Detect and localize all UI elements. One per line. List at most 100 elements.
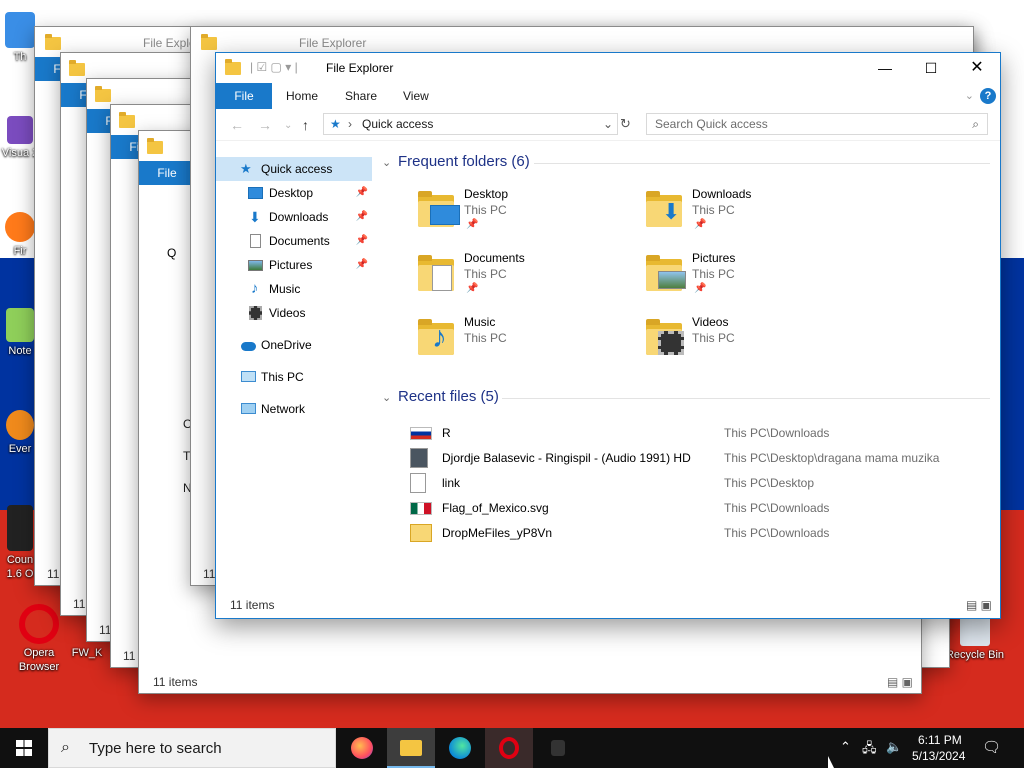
pin-icon[interactable]: 📌 [356,253,368,277]
film-icon [249,306,262,320]
pin-icon: 📌 [694,219,707,230]
recent-file-name: Flag_of_Mexico.svg [442,501,549,515]
folder-tile-documents[interactable]: Documents This PC 📌 [418,251,638,307]
start-button[interactable] [0,728,48,768]
quick-access-star-icon: ★ [330,117,341,131]
show-hidden-icons-chevron-icon[interactable]: ⌃ [840,739,851,755]
sidebar-item-network[interactable]: Network [216,397,372,421]
title-bar[interactable]: | ☑ ▢ ▾ | File Explorer — ☐ ✕ [216,53,1000,83]
item-count-fragment: 11 [123,649,136,663]
desktop-icon-label: Coun 1.6 O [6,554,34,580]
taskbar-app-dim[interactable] [534,728,582,768]
navigation-bar: ← → ⌄ ↑ ★ › Quick access ⌄ ↻ Search Quic… [216,109,1000,141]
download-arrow-icon: ⬇ [249,209,261,225]
notification-icon[interactable]: 🗨 [982,738,1001,756]
taskbar-file-explorer[interactable] [387,728,435,768]
search-box[interactable]: Search Quick access ⌕ [646,113,988,135]
quick-access-star-icon: ★ [240,161,252,176]
pin-icon: 📌 [694,283,707,294]
sidebar-item-desktop[interactable]: Desktop 📌 [216,181,372,205]
taskbar-search-box[interactable]: ⌕ Type here to search [48,728,336,768]
folder-icon [201,34,217,50]
sidebar-item-pictures[interactable]: Pictures 📌 [216,253,372,277]
pin-icon: 📌 [466,283,479,294]
maximize-button[interactable]: ☐ [908,53,954,83]
recent-file-row[interactable]: Djordje Balasevic - Ringispil - (Audio 1… [410,446,970,470]
view-toggle-icons[interactable]: ▤ ▣ [887,675,913,689]
address-bar[interactable]: ★ › Quick access ⌄ [323,113,618,135]
section-title: Frequent folders (6) [398,153,530,170]
recent-file-row[interactable]: Flag_of_Mexico.svg This PC\Downloads [410,496,970,520]
close-button[interactable]: ✕ [954,53,1000,83]
file-explorer-window[interactable]: | ☑ ▢ ▾ | File Explorer — ☐ ✕ File Home … [215,52,1001,619]
opera-icon [19,604,59,644]
folder-tile-pictures[interactable]: Pictures This PC 📌 [646,251,866,307]
folder-icon [69,60,85,76]
minimize-button[interactable]: — [862,53,908,83]
sidebar-item-videos[interactable]: Videos [216,301,372,325]
tab-share[interactable]: Share [345,83,377,109]
pin-icon[interactable]: 📌 [356,229,368,253]
recent-file-name: R [442,426,451,440]
file-tab[interactable]: File [139,161,195,185]
sidebar-item-music[interactable]: ♪ Music [216,277,372,301]
desktop-icon-label: Fir [13,245,27,257]
search-icon: ⌕ [972,117,979,131]
taskbar-edge[interactable] [436,728,484,768]
address-dropdown-icon[interactable]: ⌄ [603,114,613,134]
chevron-down-icon[interactable]: ⌄ [965,89,974,102]
up-arrow-icon[interactable]: ↑ [302,117,309,133]
desktop-folder-icon [418,191,460,227]
volume-muted-icon[interactable]: 🔈 [886,739,902,755]
taskbar-firefox[interactable] [338,728,386,768]
folder-tile-music[interactable]: ♪ Music This PC [418,315,638,371]
folder-name: Videos [692,315,729,329]
folder-tile-downloads[interactable]: ⬇ Downloads This PC 📌 [646,187,866,243]
sidebar-item-downloads[interactable]: ⬇ Downloads 📌 [216,205,372,229]
sidebar-item-quick-access[interactable]: ★ Quick access [216,157,372,181]
folder-tile-videos[interactable]: Videos This PC [646,315,866,371]
clock-date[interactable]: 5/13/2024 [912,749,965,763]
sidebar-item-label: OneDrive [261,338,312,352]
recent-file-row[interactable]: DropMeFiles_yP8Vn This PC\Downloads [410,521,970,545]
frequent-folders-header[interactable]: ⌄ Frequent folders (6) [382,153,530,170]
sidebar-item-label: Downloads [269,210,329,224]
tab-view[interactable]: View [403,83,429,109]
help-icon[interactable]: ? [980,88,996,104]
folder-icon [45,34,61,50]
tab-home[interactable]: Home [286,83,318,109]
recent-files-header[interactable]: ⌄ Recent files (5) [382,388,499,405]
sidebar-item-label: Videos [269,306,306,320]
zip-folder-icon [410,524,432,542]
tab-file[interactable]: File [216,83,272,109]
sidebar-item-documents[interactable]: Documents 📌 [216,229,372,253]
back-arrow-icon[interactable]: ← [230,117,244,133]
folder-location: This PC [464,267,507,281]
folder-icon [119,112,135,128]
taskbar-opera[interactable] [485,728,533,768]
recent-file-path: This PC\Desktop [724,476,815,490]
pin-icon[interactable]: 📌 [356,205,368,229]
desktop-icon-label: Note [8,345,32,357]
folder-location: This PC [692,203,735,217]
network-icon[interactable]: 🖧 [862,739,877,761]
pin-icon[interactable]: 📌 [356,181,368,205]
item-count-fragment: 11 [47,567,60,581]
refresh-icon[interactable]: ↻ [620,116,631,132]
folder-name: Downloads [692,187,752,201]
view-toggle-icons[interactable]: ▤ ▣ [966,598,992,612]
documents-folder-icon [418,255,454,291]
sidebar-item-this-pc[interactable]: This PC [216,365,372,389]
sidebar-item-onedrive[interactable]: OneDrive [216,333,372,357]
recent-locations-icon[interactable]: ⌄ [284,120,292,131]
desktop-icon-recycle-bin[interactable]: Recycle Bin [940,612,1010,662]
desktop-icon-label: FW_K [71,647,103,659]
forward-arrow-icon[interactable]: → [258,117,272,133]
nav-fragment-quick[interactable]: Q [167,241,176,265]
recent-file-row[interactable]: R This PC\Downloads [410,421,970,445]
taskbar: ⌕ Type here to search ⌃ 🖧 🔈 6:11 PM 5/13… [0,728,1024,768]
folder-tile-desktop[interactable]: Desktop This PC 📌 [418,187,638,243]
recent-file-row[interactable]: link This PC\Desktop [410,471,970,495]
clock-time[interactable]: 6:11 PM [918,733,962,747]
search-icon: ⌕ [61,739,70,756]
